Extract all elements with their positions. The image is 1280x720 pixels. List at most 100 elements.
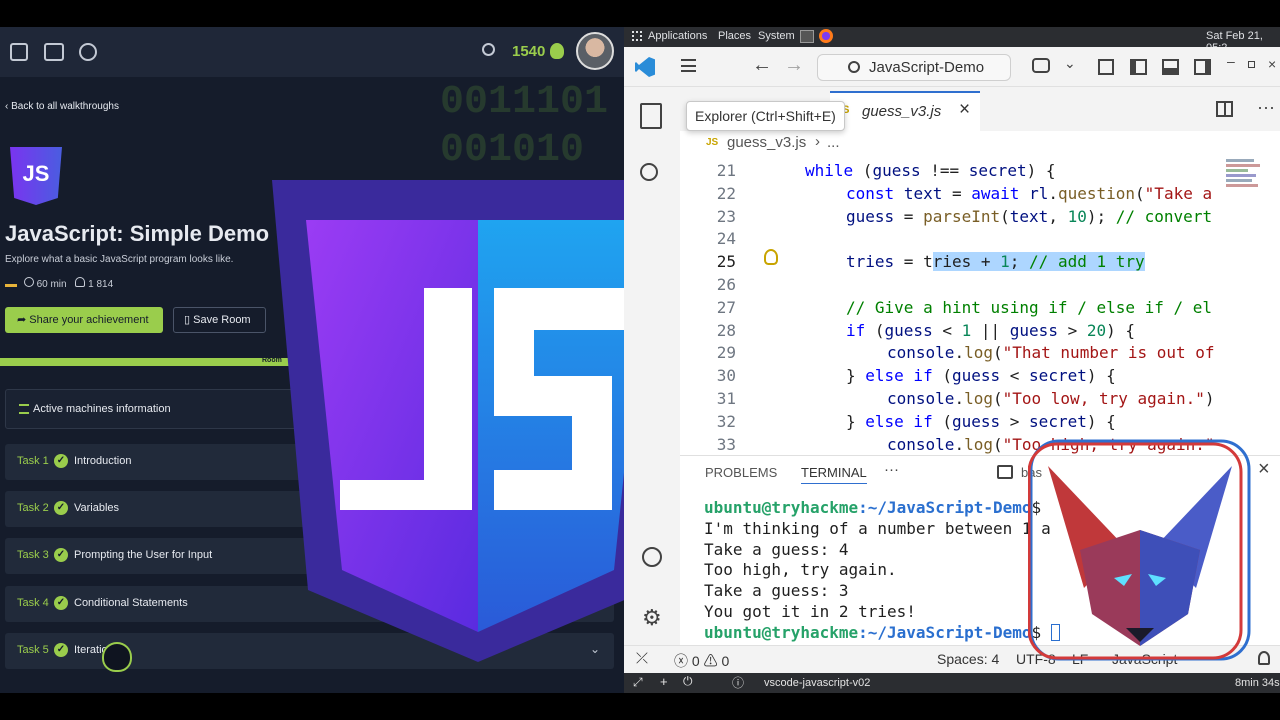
minimize-icon[interactable]: –	[1227, 53, 1235, 69]
room-subtitle: Explore what a basic JavaScript program …	[5, 254, 234, 265]
code-line[interactable]: const text = await rl.question("Take a	[846, 184, 1212, 203]
task-number: Task 4	[17, 597, 49, 609]
firefox-icon[interactable]	[819, 29, 833, 43]
menu-icon[interactable]	[681, 59, 696, 72]
add-icon[interactable]: +	[660, 674, 668, 689]
tab-problems[interactable]: PROBLEMS	[705, 465, 777, 480]
save-room-button[interactable]: ▯ Save Room	[173, 307, 266, 333]
list-icon	[19, 404, 29, 414]
back-link[interactable]: ‹ Back to all walkthroughs	[5, 101, 119, 112]
power-icon[interactable]: ⏻	[683, 674, 693, 689]
indentation-status[interactable]: Spaces: 4	[937, 651, 999, 667]
accounts-icon[interactable]	[642, 547, 662, 567]
book-icon[interactable]	[44, 43, 64, 61]
search-icon	[848, 61, 860, 73]
terminal-shell-icon[interactable]	[997, 465, 1013, 479]
line-number: 26	[716, 275, 736, 294]
code-line[interactable]: } else if (guess > secret) {	[846, 412, 1116, 431]
error-icon: ⓧ	[674, 653, 688, 669]
copilot-icon[interactable]	[1032, 58, 1050, 73]
menu-places[interactable]: Places	[718, 30, 751, 42]
back-link-label: Back to all walkthroughs	[11, 101, 119, 112]
terminal-prompt-path: :~/JavaScript-Demo	[858, 622, 1032, 642]
remote-icon[interactable]: ⤫	[636, 650, 648, 667]
terminal-launcher-icon[interactable]	[800, 30, 814, 43]
split-editor-icon[interactable]	[1216, 101, 1233, 117]
task-complete-check-icon: ✓	[54, 501, 68, 515]
tab-guess-v3[interactable]: JS guess_v3.js ×	[830, 91, 980, 131]
breadcrumb-file[interactable]: guess_v3.js	[727, 134, 806, 151]
flame-icon	[550, 43, 564, 59]
code-editor[interactable]: 21 while (guess !== secret) {22 const text…	[680, 157, 1280, 455]
toggle-sidebar-icon[interactable]	[1130, 59, 1147, 75]
expand-icon[interactable]: ⤢	[633, 675, 643, 690]
target-icon[interactable]	[79, 43, 97, 61]
close-panel-icon[interactable]: ×	[1258, 458, 1270, 481]
code-line[interactable]: guess = parseInt(text, 10); // convert	[846, 207, 1212, 226]
tab-terminal[interactable]: TERMINAL	[801, 465, 867, 484]
forward-arrow-icon[interactable]: →	[784, 54, 804, 77]
back-arrow-icon[interactable]: ←	[752, 54, 772, 77]
users-count: 1 814	[88, 279, 114, 290]
task-number: Task 5	[17, 644, 49, 656]
explorer-tooltip: Explorer (Ctrl+Shift+E)	[686, 101, 845, 131]
terminal-output[interactable]: ubuntu@tryhackme:~/JavaScript-Demo$ I'm …	[704, 498, 1060, 644]
code-line[interactable]: tries = tries + 1; // add 1 try	[846, 252, 1145, 272]
share-achievement-button[interactable]: ➦ Share your achievement	[5, 307, 163, 333]
code-line[interactable]: if (guess < 1 || guess > 20) {	[846, 321, 1135, 340]
avatar[interactable]	[576, 32, 614, 70]
task-title: Conditional Statements	[74, 597, 188, 609]
menu-applications[interactable]: Applications	[648, 30, 707, 42]
terminal-prompt-user: ubuntu@tryhackme	[704, 498, 859, 517]
search-icon[interactable]	[482, 43, 495, 56]
code-line[interactable]: } else if (guess < secret) {	[846, 366, 1116, 385]
panel-more-icon[interactable]: ···	[884, 461, 899, 478]
window-icon[interactable]	[10, 43, 28, 61]
breadcrumb-more[interactable]: ...	[827, 134, 840, 151]
copilot-chevron-icon[interactable]: ⌄	[1064, 55, 1076, 72]
code-line[interactable]: while (guess !== secret) {	[805, 161, 1055, 180]
bookmark-icon: ▯	[184, 314, 191, 326]
explorer-icon[interactable]	[640, 103, 662, 129]
close-window-icon[interactable]: ×	[1268, 56, 1276, 72]
session-timer: 8min 34s	[1235, 677, 1280, 689]
line-number: 31	[716, 389, 736, 408]
layout-customize-icon[interactable]	[1098, 59, 1114, 75]
task-title: Variables	[74, 502, 120, 514]
code-line[interactable]: console.log("That number is out of	[887, 343, 1215, 362]
minimap[interactable]	[1226, 157, 1266, 217]
line-number: 30	[716, 366, 736, 386]
more-actions-icon[interactable]: ···	[1257, 97, 1275, 118]
search-view-icon[interactable]	[640, 163, 658, 181]
problems-status[interactable]: ⓧ 0 ⚠ 0	[674, 651, 729, 671]
terminal-line: Too high, try again.	[704, 560, 897, 580]
terminal-line: I'm thinking of a number between 1 a	[704, 518, 1051, 538]
toggle-panel-icon[interactable]	[1162, 59, 1179, 75]
lightbulb-icon[interactable]	[764, 249, 778, 265]
info-icon[interactable]: ⓘ	[732, 674, 744, 691]
breadcrumb: JS guess_v3.js › ...	[680, 131, 1280, 157]
toggle-secondary-sidebar-icon[interactable]	[1194, 59, 1211, 75]
mascot-icon	[102, 642, 132, 672]
taskbar-item[interactable]: vscode-javascript-v02	[764, 677, 870, 689]
breadcrumb-separator: ›	[815, 133, 820, 150]
javascript-logo	[272, 180, 684, 662]
close-tab-icon[interactable]: ×	[959, 99, 970, 121]
line-number: 22	[716, 183, 736, 203]
line-number: 32	[716, 411, 736, 431]
maximize-icon[interactable]	[1248, 61, 1255, 68]
room-icon: JS	[10, 147, 62, 205]
code-line[interactable]: console.log("Too low, try again.")	[887, 389, 1215, 408]
command-center-search[interactable]: JavaScript-Demo	[817, 54, 1011, 81]
apps-grid-icon	[632, 31, 642, 41]
task-number: Task 3	[17, 549, 49, 561]
room-title: JavaScript: Simple Demo	[5, 221, 270, 246]
line-number: 27	[716, 297, 736, 317]
settings-gear-icon[interactable]: ⚙	[642, 605, 662, 631]
duration: 60 min	[36, 279, 67, 290]
terminal-prompt-user: ubuntu@tryhackme	[704, 622, 859, 642]
code-line[interactable]: // Give a hint using if / else if / el	[846, 298, 1212, 317]
notifications-bell-icon[interactable]	[1258, 651, 1270, 665]
menu-system[interactable]: System	[758, 30, 795, 42]
warning-icon: ⚠	[703, 653, 718, 669]
